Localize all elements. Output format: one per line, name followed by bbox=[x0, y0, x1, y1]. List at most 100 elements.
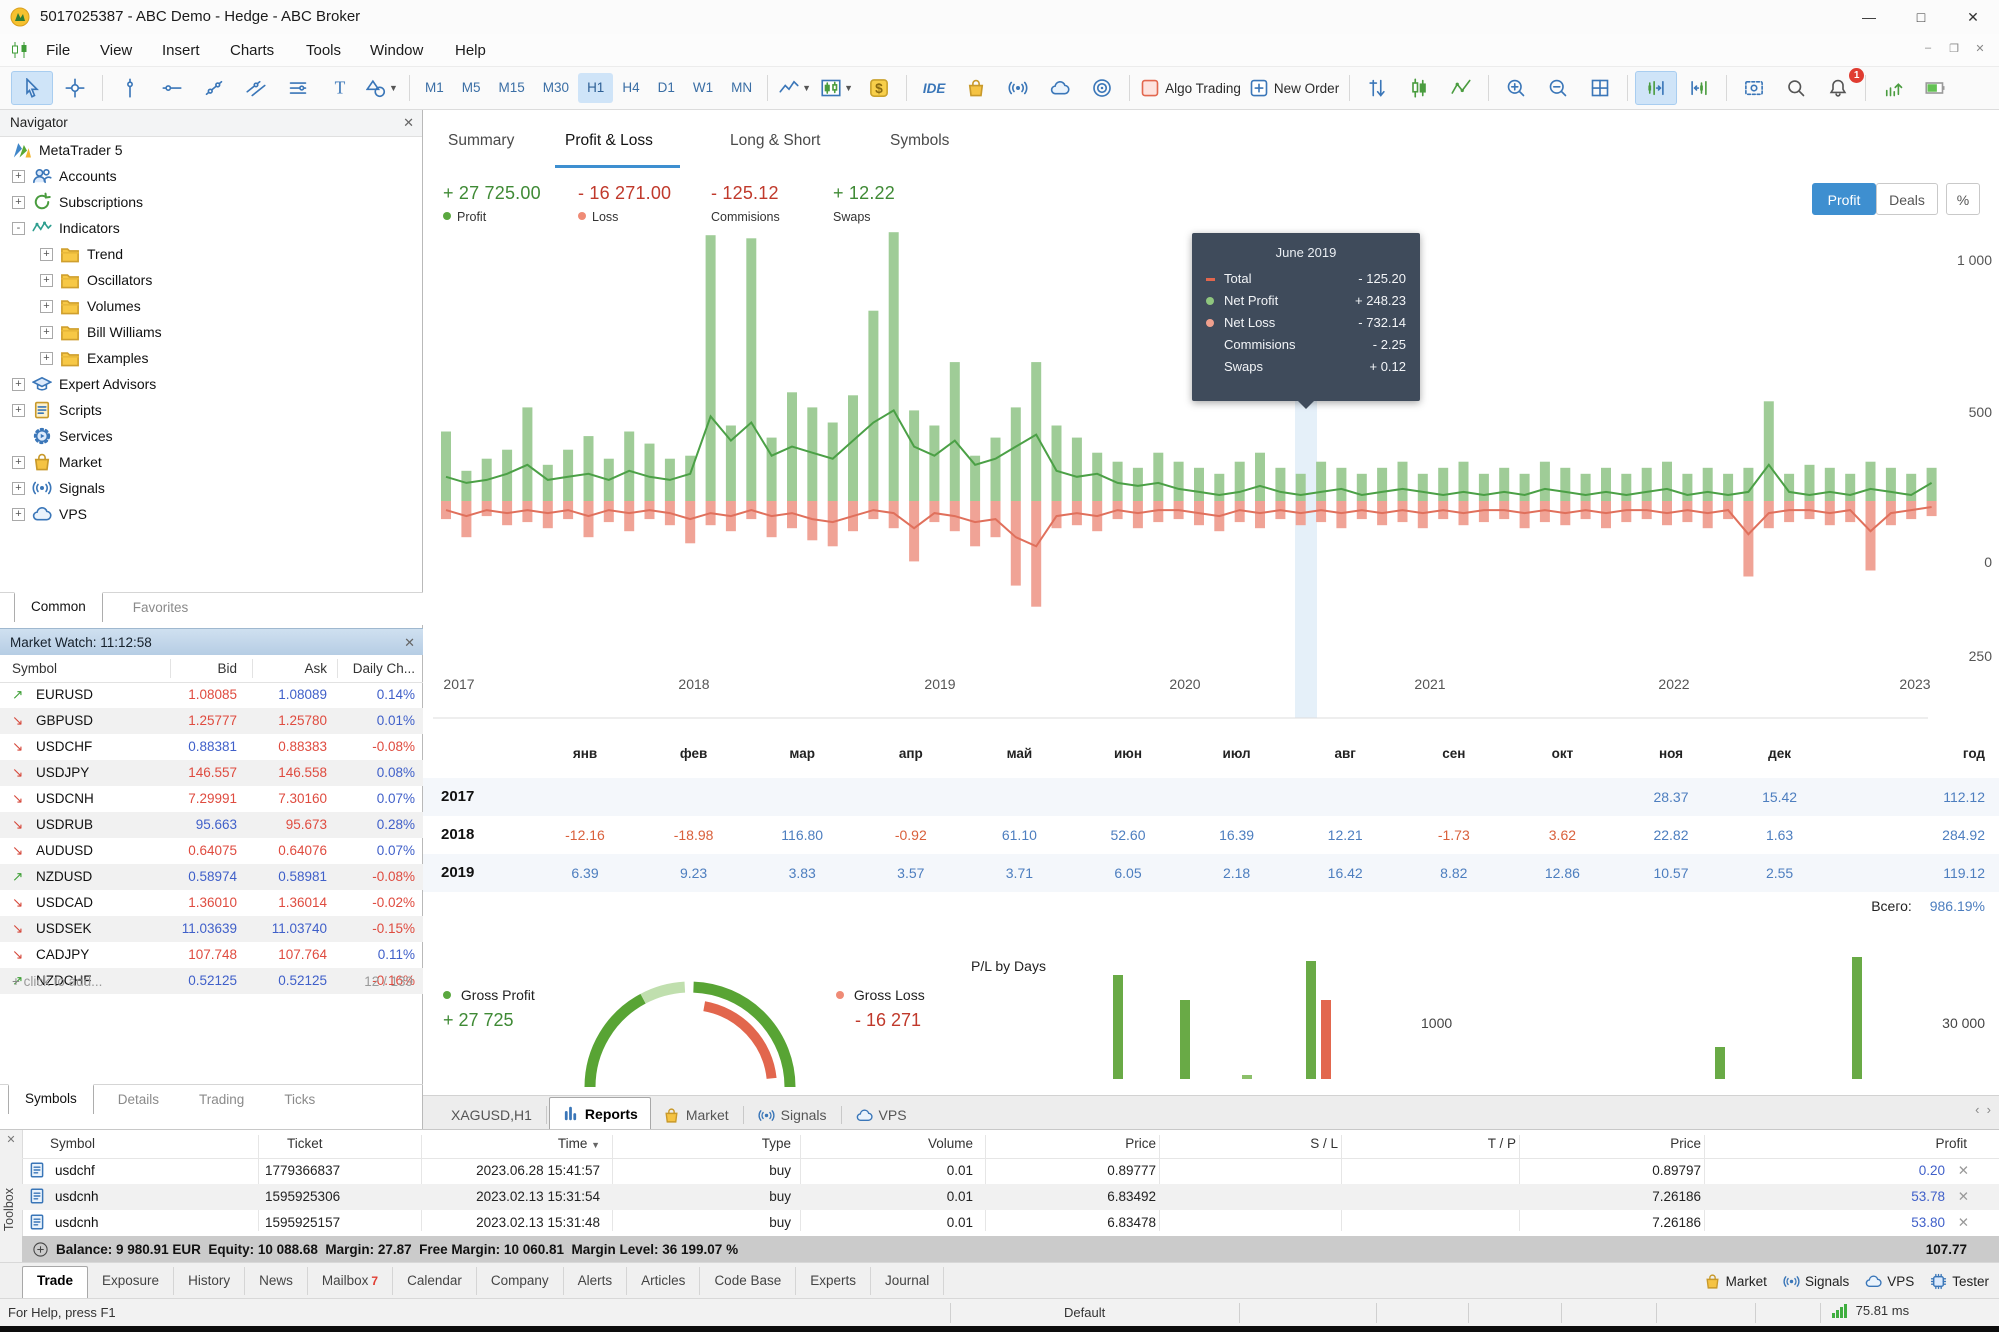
toolbox-tab-history[interactable]: History bbox=[174, 1267, 245, 1295]
text-label-button[interactable]: T bbox=[320, 72, 360, 104]
profit-bar[interactable] bbox=[1581, 474, 1591, 501]
market-watch-add-row[interactable]: + click to add... 12 / 139 bbox=[0, 969, 423, 995]
minimize-button[interactable]: ― bbox=[1843, 0, 1895, 34]
market-watch-col-0[interactable]: Symbol bbox=[12, 655, 57, 682]
channel-button[interactable] bbox=[236, 72, 276, 104]
timeframe-m30[interactable]: M30 bbox=[534, 73, 578, 103]
timeframe-m15[interactable]: M15 bbox=[490, 73, 534, 103]
menu-item-insert[interactable]: Insert bbox=[156, 40, 206, 61]
toolbox-tab-journal[interactable]: Journal bbox=[871, 1267, 944, 1295]
profit-bar[interactable] bbox=[1153, 453, 1163, 501]
profit-bar[interactable] bbox=[1499, 468, 1509, 501]
candles-green-button[interactable] bbox=[1399, 72, 1439, 104]
order-levels-button[interactable] bbox=[1357, 72, 1397, 104]
tree-expander-icon[interactable]: + bbox=[12, 404, 25, 417]
loss-bar[interactable] bbox=[1418, 501, 1428, 528]
toolbox-col-type[interactable]: Type bbox=[762, 1130, 791, 1158]
market-watch-col-2[interactable]: Ask bbox=[304, 655, 327, 682]
toolbox-col-price[interactable]: Price bbox=[1670, 1130, 1701, 1158]
menu-item-tools[interactable]: Tools bbox=[300, 40, 347, 61]
toolbox-tab-company[interactable]: Company bbox=[477, 1267, 564, 1295]
tree-expander-icon[interactable]: + bbox=[40, 326, 53, 339]
timeframe-h4[interactable]: H4 bbox=[613, 73, 648, 103]
profit-bar[interactable] bbox=[1194, 468, 1204, 501]
tree-expander-icon[interactable]: + bbox=[12, 482, 25, 495]
loss-bar[interactable] bbox=[1520, 501, 1530, 528]
notifications-button[interactable]: 1 bbox=[1818, 72, 1858, 104]
profit-bar[interactable] bbox=[706, 235, 716, 501]
loss-bar[interactable] bbox=[461, 501, 471, 537]
bottom-market-button[interactable]: Market bbox=[1704, 1273, 1767, 1290]
market-watch-row-eurusd[interactable]: ↗EURUSD1.080851.080890.14% bbox=[0, 682, 423, 708]
profit-bar[interactable] bbox=[970, 456, 980, 501]
pl-day-bar[interactable] bbox=[1715, 1047, 1725, 1079]
pl-day-bar[interactable] bbox=[1113, 975, 1123, 1079]
market-watch-row-usdrub[interactable]: ↘USDRUB95.66395.6730.28% bbox=[0, 812, 423, 838]
report-tab-summary[interactable]: Summary bbox=[448, 132, 514, 150]
market-watch-row-usdcnh[interactable]: ↘USDCNH7.299917.301600.07% bbox=[0, 786, 423, 812]
chart-candles-button[interactable]: ▼ bbox=[817, 72, 857, 104]
profit-bar[interactable] bbox=[1011, 407, 1021, 501]
profit-bar[interactable] bbox=[441, 432, 451, 502]
market-watch-row-usdjpy[interactable]: ↘USDJPY146.557146.5580.08% bbox=[0, 760, 423, 786]
tree-item-metatrader-5[interactable]: MetaTrader 5 bbox=[0, 137, 422, 163]
loss-bar[interactable] bbox=[685, 501, 695, 543]
bottom-signals-button[interactable]: Signals bbox=[1783, 1273, 1849, 1290]
loss-bar[interactable] bbox=[1255, 501, 1265, 528]
new-order-button[interactable]: New Order bbox=[1246, 72, 1342, 104]
loss-bar[interactable] bbox=[767, 501, 777, 537]
market-watch-row-cadjpy[interactable]: ↘CADJPY107.748107.7640.11% bbox=[0, 942, 423, 968]
close-button[interactable]: ✕ bbox=[1947, 0, 1999, 34]
pl-day-bar[interactable] bbox=[1306, 961, 1316, 1079]
doc-tab-market[interactable]: Market bbox=[651, 1101, 741, 1129]
loss-bar[interactable] bbox=[1031, 501, 1041, 607]
loss-bar[interactable] bbox=[828, 501, 838, 546]
profit-bar[interactable] bbox=[1459, 462, 1469, 501]
profit-bar[interactable] bbox=[909, 410, 919, 501]
profit-bar[interactable] bbox=[1743, 468, 1753, 501]
tree-item-scripts[interactable]: +Scripts bbox=[0, 397, 422, 423]
connection-status[interactable]: 75.81 ms bbox=[1832, 1303, 1909, 1318]
profit-bar[interactable] bbox=[1235, 462, 1245, 501]
tile-windows-button[interactable] bbox=[1580, 72, 1620, 104]
shift-end-button[interactable] bbox=[1635, 71, 1677, 105]
loss-bar[interactable] bbox=[807, 501, 817, 540]
profit-bar[interactable] bbox=[1662, 462, 1672, 501]
tree-expander-icon[interactable]: + bbox=[12, 170, 25, 183]
pl-day-bar[interactable] bbox=[1852, 957, 1862, 1079]
tree-expander-icon[interactable]: + bbox=[40, 300, 53, 313]
loss-bar[interactable] bbox=[909, 501, 919, 561]
maximize-button[interactable]: □ bbox=[1895, 0, 1947, 34]
toolbox-col-sl[interactable]: S / L bbox=[1310, 1130, 1338, 1158]
toolbox-col-symbol[interactable]: Symbol bbox=[50, 1130, 95, 1158]
market-watch-tab-trading[interactable]: Trading bbox=[183, 1087, 260, 1113]
profit-bar[interactable] bbox=[1682, 474, 1692, 501]
bottom-tester-button[interactable]: Tester bbox=[1930, 1273, 1989, 1290]
market-watch-row-usdsek[interactable]: ↘USDSEK11.0363911.03740-0.15% bbox=[0, 916, 423, 942]
loss-bar[interactable] bbox=[970, 501, 980, 546]
tree-expander-icon[interactable]: + bbox=[12, 196, 25, 209]
bag-button[interactable] bbox=[956, 72, 996, 104]
toolbox-col-volume[interactable]: Volume bbox=[928, 1130, 973, 1158]
tree-item-subscriptions[interactable]: +Subscriptions bbox=[0, 189, 422, 215]
report-tab-symbols[interactable]: Symbols bbox=[890, 132, 949, 150]
report-tab-long-short[interactable]: Long & Short bbox=[730, 132, 820, 150]
profit-bar[interactable] bbox=[828, 423, 838, 502]
view-button-deals[interactable]: Deals bbox=[1876, 183, 1938, 215]
loss-bar[interactable] bbox=[1703, 501, 1713, 528]
pl-day-bar[interactable] bbox=[1242, 1075, 1252, 1079]
tree-item-expert-advisors[interactable]: +Expert Advisors bbox=[0, 371, 422, 397]
market-watch-row-gbpusd[interactable]: ↘GBPUSD1.257771.257800.01% bbox=[0, 708, 423, 734]
tree-item-accounts[interactable]: +Accounts bbox=[0, 163, 422, 189]
tree-item-trend[interactable]: +Trend bbox=[0, 241, 422, 267]
menu-item-view[interactable]: View bbox=[94, 40, 138, 61]
toolbox-col-time[interactable]: Time ▼ bbox=[558, 1130, 600, 1158]
toolbox-col-profit[interactable]: Profit bbox=[1935, 1130, 1967, 1158]
trade-row-1595925157[interactable]: usdcnh15959251572023.02.13 15:31:48buy0.… bbox=[22, 1210, 1999, 1236]
mdi-close-icon[interactable]: ✕ bbox=[1969, 42, 1991, 55]
profit-bar[interactable] bbox=[848, 395, 858, 501]
crosshair-button[interactable] bbox=[55, 72, 95, 104]
doc-tab-vps[interactable]: VPS bbox=[844, 1101, 919, 1129]
navigator-tab-common[interactable]: Common bbox=[14, 592, 103, 622]
tree-expander-icon[interactable]: + bbox=[40, 352, 53, 365]
